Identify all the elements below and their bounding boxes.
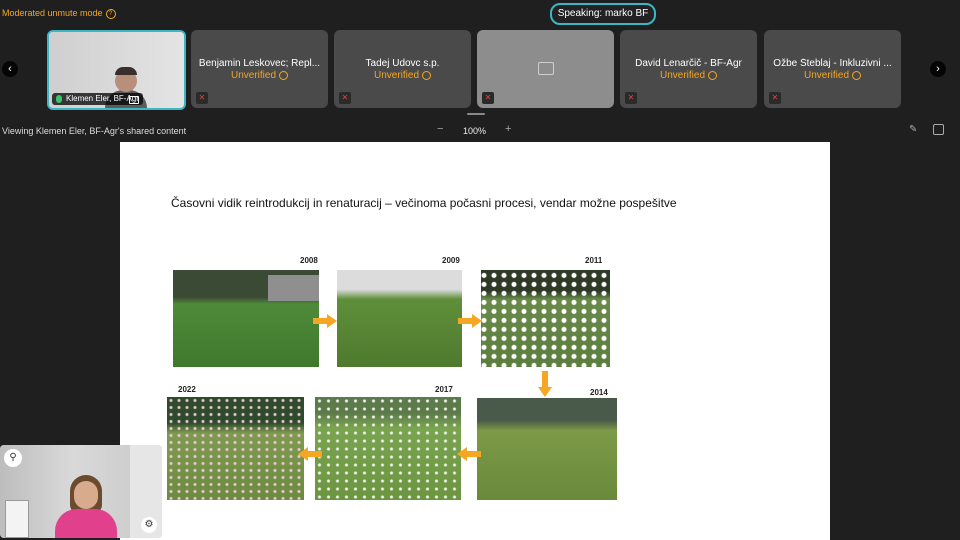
info-icon bbox=[852, 70, 862, 80]
participant-status: Unverified bbox=[620, 70, 757, 81]
annotate-icon[interactable]: ✎ bbox=[909, 124, 917, 135]
mic-off-icon: ✕ bbox=[482, 92, 494, 104]
participant-name: Ožbe Šteblaj - Inkluzivni ... bbox=[773, 58, 892, 69]
self-view-video[interactable]: ⚲ ⚙ bbox=[0, 445, 162, 538]
arrow-right-icon bbox=[313, 314, 337, 328]
arrow-left-icon bbox=[457, 447, 481, 461]
year-label: 2014 bbox=[590, 388, 608, 397]
meadow-photo bbox=[167, 397, 304, 500]
arrow-left-icon bbox=[298, 447, 322, 461]
info-icon: ? bbox=[105, 8, 116, 19]
info-icon bbox=[279, 70, 289, 80]
mic-off-icon: ✕ bbox=[769, 92, 781, 104]
info-icon bbox=[422, 70, 432, 80]
mic-off-icon: ✕ bbox=[196, 92, 208, 104]
zoom-out-button[interactable]: − bbox=[437, 123, 443, 135]
participant-tile[interactable]: Benjamin Leskovec; Repl... Unverified ✕ bbox=[191, 30, 328, 108]
participant-name: David Lenarčič - BF-Agr bbox=[635, 58, 742, 69]
participant-status: Unverified bbox=[764, 70, 901, 81]
resize-handle[interactable] bbox=[467, 113, 485, 115]
video-icon bbox=[128, 96, 139, 104]
year-label: 2008 bbox=[300, 256, 318, 265]
year-label: 2017 bbox=[435, 385, 453, 394]
participant-tile[interactable]: ✕ bbox=[477, 30, 614, 108]
pin-icon[interactable]: ⚲ bbox=[4, 449, 22, 467]
participant-tile[interactable]: Ožbe Šteblaj - Inkluzivni ... Unverified… bbox=[764, 30, 901, 108]
speaking-indicator: Speaking: marko BF bbox=[550, 3, 656, 25]
participant-name-label: Klemen Eler, BF-Agr bbox=[52, 93, 143, 105]
participant-tile-active[interactable]: Klemen Eler, BF-Agr bbox=[47, 30, 186, 110]
participant-status: Unverified bbox=[191, 70, 328, 81]
arrow-right-icon bbox=[458, 314, 482, 328]
year-label: 2009 bbox=[442, 256, 460, 265]
zoom-in-button[interactable]: + bbox=[505, 123, 511, 135]
participant-status: Unverified bbox=[334, 70, 471, 81]
meadow-photo bbox=[477, 398, 617, 500]
gear-icon[interactable]: ⚙ bbox=[141, 517, 157, 533]
meadow-photo bbox=[337, 270, 462, 367]
participant-tile[interactable]: Tadej Udovc s.p. Unverified ✕ bbox=[334, 30, 471, 108]
image-placeholder-icon bbox=[538, 62, 554, 75]
shared-slide: Časovni vidik reintrodukcij in renaturac… bbox=[120, 142, 830, 540]
chevron-left-icon[interactable]: ‹ bbox=[2, 61, 18, 77]
participant-strip: ‹ Klemen Eler, BF-Agr Benjamin Leskovec;… bbox=[0, 30, 960, 110]
zoom-level: 100% bbox=[463, 126, 487, 136]
moderated-mode-label[interactable]: Moderated unmute mode? bbox=[2, 8, 116, 19]
mic-off-icon: ✕ bbox=[339, 92, 351, 104]
year-label: 2011 bbox=[585, 256, 603, 265]
participant-tile[interactable]: David Lenarčič - BF-Agr Unverified ✕ bbox=[620, 30, 757, 108]
viewing-label: Viewing Klemen Eler, BF-Agr's shared con… bbox=[2, 126, 187, 136]
info-icon bbox=[708, 70, 718, 80]
chevron-right-icon[interactable]: › bbox=[930, 61, 946, 77]
top-bar: Moderated unmute mode? Speaking: marko B… bbox=[0, 0, 960, 28]
arrow-down-icon bbox=[538, 371, 552, 397]
participant-name: Benjamin Leskovec; Repl... bbox=[198, 58, 321, 69]
meadow-photo bbox=[481, 270, 610, 367]
mic-on-icon bbox=[56, 95, 62, 103]
participant-name: Tadej Udovc s.p. bbox=[365, 58, 440, 69]
slide-title: Časovni vidik reintrodukcij in renaturac… bbox=[171, 196, 677, 210]
year-label: 2022 bbox=[178, 385, 196, 394]
fullscreen-icon[interactable] bbox=[933, 124, 944, 135]
meadow-photo bbox=[315, 397, 461, 500]
mic-off-icon: ✕ bbox=[625, 92, 637, 104]
meadow-photo bbox=[173, 270, 319, 367]
